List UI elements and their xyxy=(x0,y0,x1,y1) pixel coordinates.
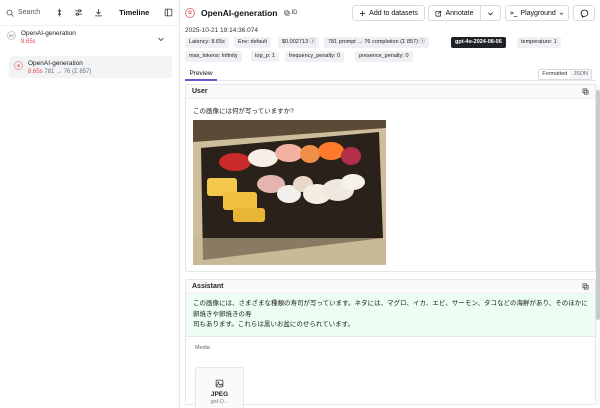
tab-formatted[interactable]: Formatted xyxy=(539,70,571,79)
chip-presence-penalty: presence_penalty: 0 xyxy=(355,51,413,62)
page-title: OpenAI-generation xyxy=(201,8,278,18)
chevron-down-icon xyxy=(559,12,564,15)
search-box[interactable]: Search xyxy=(6,9,40,17)
scrollbar-thumb[interactable] xyxy=(596,90,600,320)
chip-tokens[interactable]: 781 prompt → 76 completion (Σ 857) ⓘ xyxy=(324,37,429,48)
annotate-button[interactable]: Annotate xyxy=(428,5,481,21)
media-label: Media xyxy=(195,344,210,351)
tab-json[interactable]: JSON xyxy=(570,70,591,79)
openai-logo-icon: ✿ xyxy=(185,8,195,18)
tree-item-generation[interactable]: ✿ OpenAI-generation 8.65s 781 → 76 (Σ 85… xyxy=(9,56,172,78)
download-icon xyxy=(94,9,102,17)
tree-item-title: OpenAI-generation xyxy=(28,60,83,67)
media-filename: gtd-D... xyxy=(210,399,229,405)
detail-pane: ✿ OpenAI-generation ID Add to datasets A… xyxy=(181,0,600,408)
user-message-text: この画像には何が写っていますか? xyxy=(193,108,294,115)
openai-logo-icon: ✿ xyxy=(14,61,23,70)
edit-icon xyxy=(436,10,442,16)
tree-root-trace[interactable]: ¥S OpenAI-generation 8.65s xyxy=(0,29,179,51)
annotate-dropdown-button[interactable] xyxy=(480,5,501,21)
chevron-down-icon[interactable] xyxy=(157,35,165,43)
assistant-message-text: この画像には、さまざまな種類の寿司が写っています。ネタには、マグロ、イカ、エビ、… xyxy=(186,294,595,337)
sliders-icon xyxy=(75,9,82,16)
app-root: Search Timeline ¥S OpenAI-generation 8.6… xyxy=(0,0,600,408)
tree-toolbar: Search Timeline xyxy=(0,0,179,26)
fold-vertical-icon xyxy=(57,8,61,17)
timeline-toggle[interactable]: Timeline xyxy=(119,8,149,17)
chevron-down-icon xyxy=(488,11,493,15)
chip-top-p: top_p: 1 xyxy=(251,51,279,62)
media-type: JPEG xyxy=(210,391,229,398)
search-icon xyxy=(6,9,14,17)
tree-root-title: OpenAI-generation xyxy=(21,30,76,37)
copy-icon xyxy=(283,10,290,16)
view-tabs: Preview Formatted JSON xyxy=(185,68,596,81)
trace-tree-pane: Search Timeline ¥S OpenAI-generation 8.6… xyxy=(0,0,180,408)
tree-item-tokens: 781 → 76 (Σ 857) xyxy=(44,69,92,75)
terminal-icon: >_ xyxy=(510,9,518,17)
user-heading: User xyxy=(186,85,595,99)
tree-item-metrics: 8.65s 781 → 76 (Σ 857) xyxy=(28,68,91,77)
search-label: Search xyxy=(18,9,41,16)
user-message-card: User この画像には何が写っていますか? xyxy=(185,84,596,272)
chip-latency: Latency: 8.65s xyxy=(185,37,229,48)
comment-icon xyxy=(580,9,588,18)
trace-type-icon: ¥S xyxy=(7,31,16,40)
chip-frequency-penalty: frequency_penalty: 0 xyxy=(285,51,345,62)
add-to-datasets-button[interactable]: Add to datasets xyxy=(352,5,425,21)
panel-toggle-button[interactable] xyxy=(163,6,173,20)
copy-icon[interactable] xyxy=(582,283,589,290)
format-toggle: Formatted JSON xyxy=(538,69,592,80)
copy-icon[interactable] xyxy=(582,88,589,95)
chip-max-tokens: max_tokens: Infinity xyxy=(185,51,242,62)
download-button[interactable] xyxy=(93,6,103,20)
chip-temperature: temperature: 1 xyxy=(517,37,561,48)
image-icon xyxy=(215,379,224,388)
assistant-heading: Assistant xyxy=(186,280,595,294)
plus-icon xyxy=(360,10,366,16)
chip-model: gpt-4o-2024-08-06 xyxy=(451,37,506,48)
copy-id-button[interactable]: ID xyxy=(283,10,298,16)
comments-button[interactable] xyxy=(573,5,595,21)
sidebar-panel-icon xyxy=(164,8,172,17)
settings-sliders-button[interactable] xyxy=(74,6,84,20)
chip-cost[interactable]: $0.002713 ⓘ xyxy=(278,37,320,48)
collapse-toggle-button[interactable] xyxy=(54,6,64,20)
timestamp: 2025-10-21 19:14:36.074 xyxy=(185,27,259,34)
assistant-message-card: Assistant この画像には、さまざまな種類の寿司が写っています。ネタには、… xyxy=(185,279,596,408)
sushi-photo[interactable] xyxy=(193,120,386,265)
tree-root-duration: 8.65s xyxy=(21,39,36,45)
tab-preview[interactable]: Preview xyxy=(185,68,217,81)
media-attachment[interactable]: JPEG gtd-D... xyxy=(195,367,244,408)
tree-item-duration: 8.65s xyxy=(28,69,43,75)
chip-env: Env: default xyxy=(234,37,272,48)
playground-button[interactable]: >_ Playground xyxy=(505,5,569,21)
